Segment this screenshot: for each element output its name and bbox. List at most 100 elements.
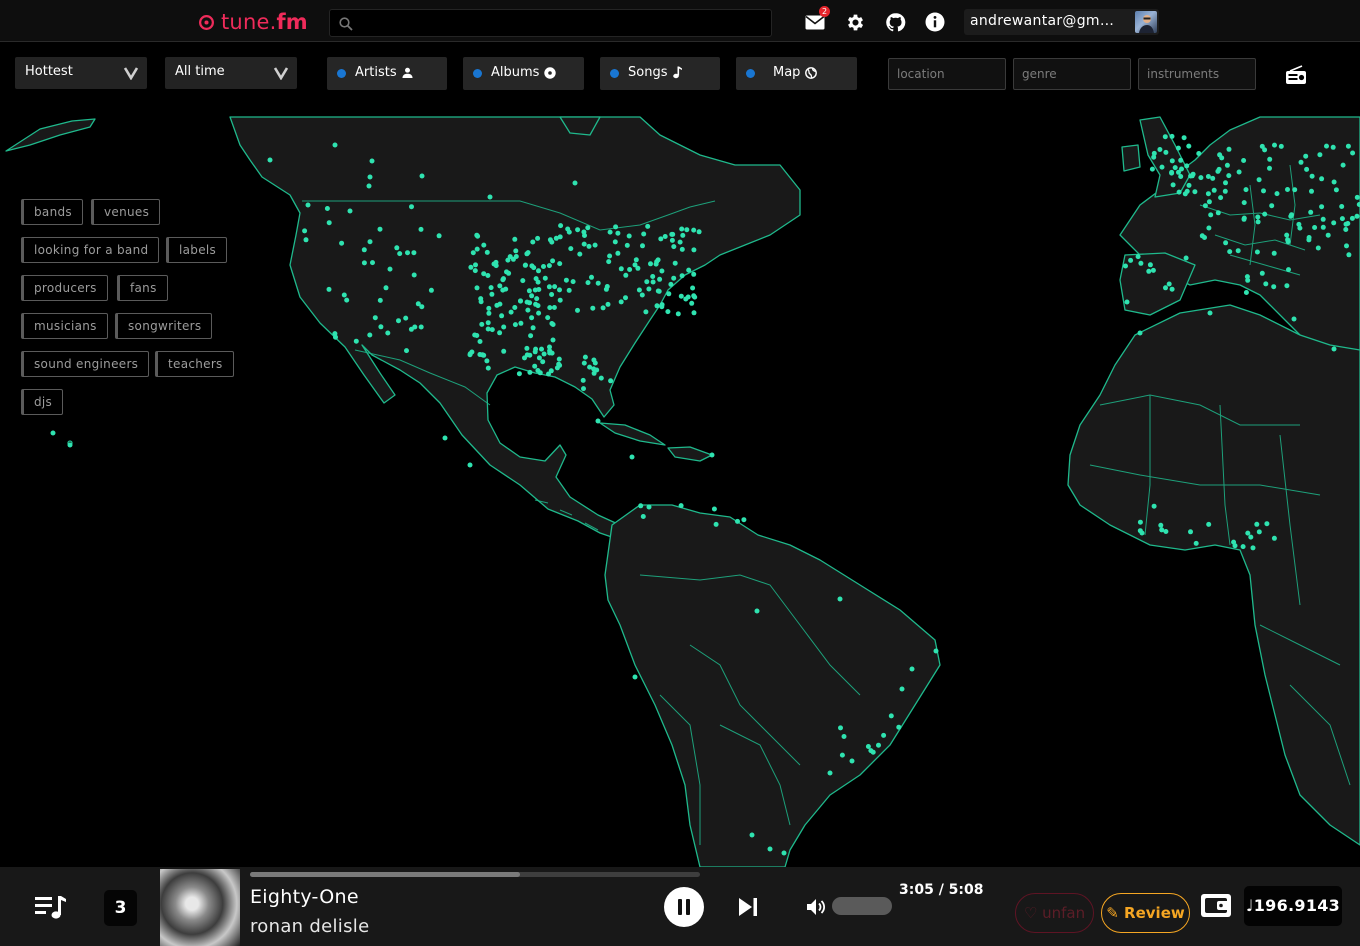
artist-marker[interactable] (781, 850, 787, 856)
artist-marker[interactable] (1340, 162, 1346, 168)
artist-marker[interactable] (1259, 270, 1265, 276)
artist-marker[interactable] (1271, 250, 1277, 256)
artist-marker[interactable] (1317, 152, 1323, 158)
artist-marker[interactable] (623, 295, 628, 301)
artist-marker[interactable] (575, 227, 581, 233)
artist-marker[interactable] (557, 287, 562, 293)
artist-marker[interactable] (1274, 191, 1280, 197)
artist-marker[interactable] (467, 462, 473, 468)
artist-marker[interactable] (1206, 199, 1212, 205)
artist-marker[interactable] (650, 279, 656, 285)
artist-marker[interactable] (536, 268, 541, 274)
artist-marker[interactable] (1333, 187, 1339, 193)
artist-marker[interactable] (679, 246, 685, 252)
artist-marker[interactable] (473, 262, 478, 268)
artist-marker[interactable] (1286, 267, 1291, 273)
artist-marker[interactable] (1309, 188, 1314, 194)
artist-marker[interactable] (547, 350, 553, 356)
artist-marker[interactable] (1350, 150, 1356, 156)
artist-marker[interactable] (411, 272, 417, 278)
artist-marker[interactable] (1206, 521, 1212, 527)
artist-marker[interactable] (50, 430, 56, 436)
artist-marker[interactable] (640, 514, 646, 519)
artist-marker[interactable] (1255, 214, 1261, 220)
artist-marker[interactable] (1222, 188, 1228, 194)
artist-marker[interactable] (1261, 188, 1266, 194)
artist-marker[interactable] (436, 233, 442, 239)
artist-marker[interactable] (1330, 144, 1336, 150)
artist-marker[interactable] (474, 246, 480, 252)
tag-producers[interactable]: producers (21, 275, 108, 301)
artist-marker[interactable] (1218, 195, 1224, 201)
instruments-input[interactable] (1138, 58, 1256, 90)
artist-marker[interactable] (650, 274, 656, 279)
period-select[interactable]: All time (165, 57, 297, 89)
artist-marker[interactable] (1292, 187, 1298, 193)
artist-marker[interactable] (512, 322, 518, 328)
artist-marker[interactable] (326, 286, 332, 292)
tag-sound-engineers[interactable]: sound engineers (21, 351, 150, 377)
artist-marker[interactable] (677, 239, 683, 245)
artist-marker[interactable] (1291, 316, 1297, 322)
location-input[interactable] (888, 58, 1006, 90)
artist-marker[interactable] (672, 260, 678, 266)
artist-marker[interactable] (636, 287, 642, 293)
artist-marker[interactable] (1208, 212, 1214, 218)
artist-marker[interactable] (484, 249, 490, 255)
artist-marker[interactable] (305, 202, 311, 208)
artist-marker[interactable] (1244, 274, 1250, 280)
artist-marker[interactable] (679, 273, 685, 279)
artist-marker[interactable] (397, 251, 403, 257)
artist-marker[interactable] (367, 174, 373, 180)
artist-marker[interactable] (470, 250, 476, 256)
artist-marker[interactable] (1272, 142, 1277, 148)
artist-marker[interactable] (541, 351, 547, 357)
unfan-button[interactable]: ♡ unfan (1015, 893, 1094, 933)
artist-marker[interactable] (503, 286, 509, 292)
artist-marker[interactable] (547, 305, 553, 311)
world-map[interactable]: bands venues looking for a band labels p… (0, 105, 1360, 867)
artist-marker[interactable] (541, 264, 546, 269)
artist-marker[interactable] (361, 247, 367, 253)
artist-marker[interactable] (556, 356, 562, 362)
artist-marker[interactable] (612, 239, 618, 245)
artist-marker[interactable] (1226, 173, 1232, 179)
artist-marker[interactable] (644, 279, 650, 285)
artist-marker[interactable] (586, 243, 592, 249)
artist-marker[interactable] (1269, 203, 1275, 209)
artist-marker[interactable] (1205, 191, 1211, 197)
artist-marker[interactable] (633, 257, 639, 263)
artist-marker[interactable] (680, 232, 686, 238)
artist-marker[interactable] (524, 345, 530, 351)
artist-marker[interactable] (530, 239, 536, 245)
artist-marker[interactable] (549, 292, 555, 297)
tag-teachers[interactable]: teachers (155, 351, 234, 377)
artist-marker[interactable] (1128, 257, 1134, 263)
artist-marker[interactable] (341, 292, 347, 298)
artist-marker[interactable] (1147, 262, 1153, 268)
artist-marker[interactable] (691, 271, 697, 277)
artist-marker[interactable] (1202, 203, 1208, 209)
artist-marker[interactable] (442, 435, 448, 441)
artist-marker[interactable] (547, 237, 553, 243)
artist-marker[interactable] (1278, 143, 1284, 149)
artist-marker[interactable] (868, 748, 874, 754)
artist-marker[interactable] (1284, 283, 1290, 289)
artist-marker[interactable] (899, 686, 905, 692)
volume-icon[interactable] (805, 896, 827, 918)
artist-marker[interactable] (501, 348, 507, 354)
artist-marker[interactable] (1226, 146, 1232, 152)
artist-marker[interactable] (1320, 224, 1326, 230)
artist-marker[interactable] (468, 264, 474, 270)
artist-marker[interactable] (767, 846, 773, 852)
artist-marker[interactable] (568, 246, 574, 252)
artist-marker[interactable] (572, 180, 578, 186)
artist-marker[interactable] (592, 242, 598, 248)
artist-marker[interactable] (589, 274, 594, 280)
artist-marker[interactable] (671, 275, 677, 281)
artist-marker[interactable] (487, 194, 493, 200)
tune-fm-logo[interactable]: tune. fm (198, 9, 308, 35)
tab-albums[interactable]: Albums (463, 57, 584, 90)
artist-marker[interactable] (1207, 310, 1213, 316)
artist-marker[interactable] (536, 310, 542, 316)
